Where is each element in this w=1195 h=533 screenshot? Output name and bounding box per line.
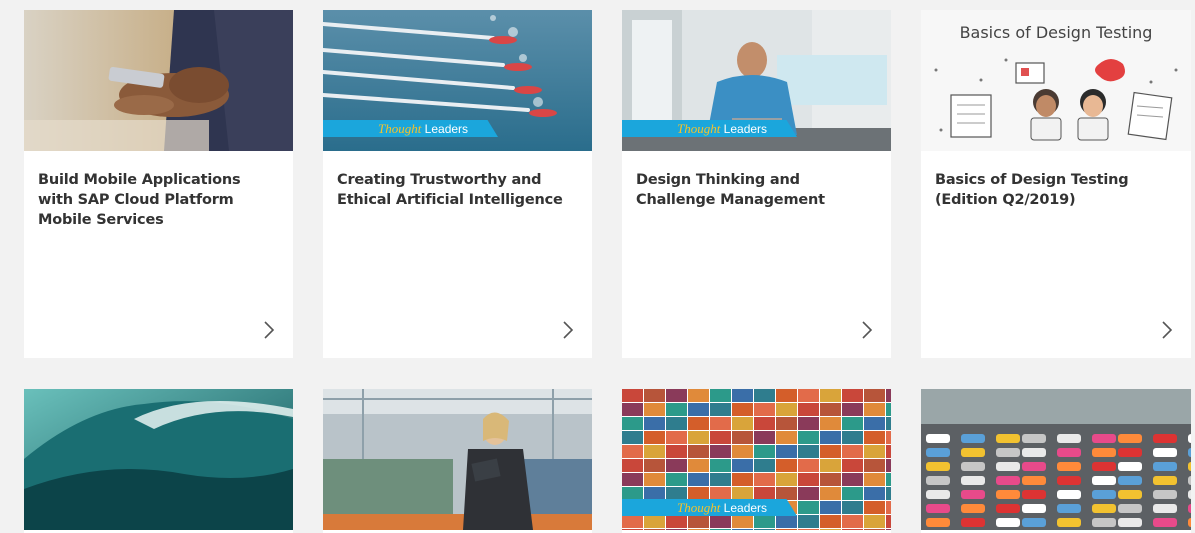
course-card-mobile-apps[interactable]: Build Mobile Applications with SAP Cloud… (24, 10, 293, 358)
chevron-right-icon[interactable] (861, 320, 873, 340)
course-thumbnail-office: Thought Leaders (622, 10, 891, 151)
chevron-right-icon[interactable] (263, 320, 275, 340)
course-card-ethical-ai[interactable]: Thought Leaders Creating Trustworthy and… (323, 10, 592, 358)
course-card-design-thinking[interactable]: Thought Leaders Design Thinking and Chal… (622, 10, 891, 358)
course-thumbnail-traffic (921, 389, 1191, 530)
course-card-containers[interactable]: Thought Leaders (622, 389, 891, 533)
traffic-aerial-image (921, 389, 1191, 530)
thought-leaders-banner: Thought Leaders (622, 499, 797, 516)
design-testing-illustration (934, 58, 1178, 141)
chevron-right-icon[interactable] (1161, 320, 1173, 340)
course-card-ocean-wave[interactable] (24, 389, 293, 533)
thought-leaders-banner: Thought Leaders (323, 120, 498, 137)
course-card-factory[interactable] (323, 389, 592, 533)
factory-woman-image (323, 389, 592, 530)
course-title: Build Mobile Applications with SAP Cloud… (38, 172, 241, 228)
course-title: Design Thinking and Challenge Management (636, 172, 825, 208)
course-thumbnail-containers: Thought Leaders (622, 389, 891, 530)
course-card-traffic[interactable] (921, 389, 1191, 533)
course-card-design-testing[interactable]: Basics of Design Testing Basics of Desig… (921, 10, 1191, 358)
chevron-right-icon[interactable] (562, 320, 574, 340)
smartphone-hands-image (24, 10, 293, 151)
course-thumbnail-factory (323, 389, 592, 530)
course-thumbnail-rowing: Thought Leaders (323, 10, 592, 151)
ocean-wave-image (24, 389, 293, 530)
thought-leaders-banner: Thought Leaders (622, 120, 797, 137)
course-thumbnail-smartphone (24, 10, 293, 151)
course-title: Basics of Design Testing (Edition Q2/201… (935, 172, 1129, 208)
course-title: Creating Trustworthy and Ethical Artific… (337, 172, 563, 208)
course-thumbnail-wave (24, 389, 293, 530)
course-grid: Build Mobile Applications with SAP Cloud… (0, 0, 1195, 533)
course-thumbnail-design-testing: Basics of Design Testing (921, 10, 1191, 151)
